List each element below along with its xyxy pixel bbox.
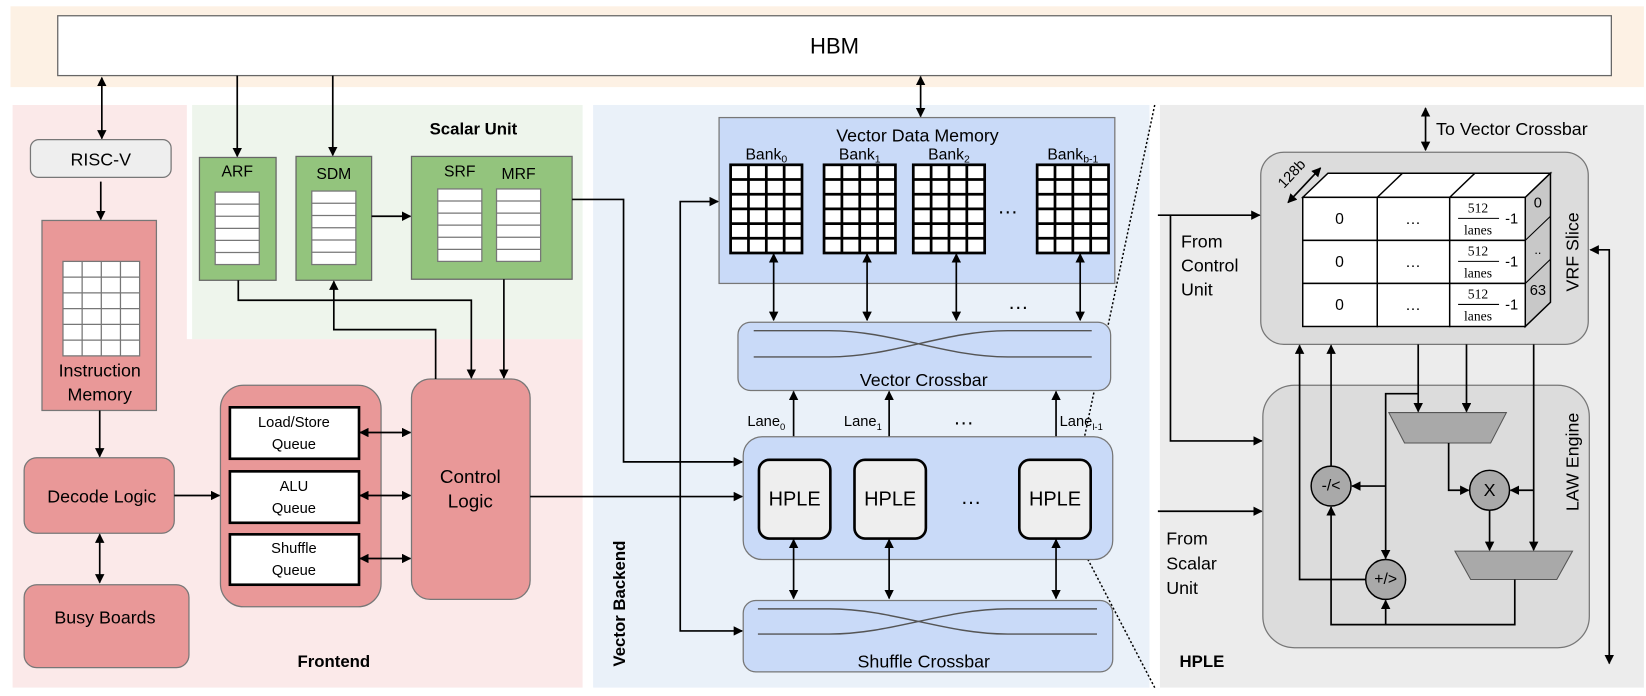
from-control-label-2: Control — [1181, 256, 1238, 276]
vrf-frac-denominator: lanes — [1464, 265, 1492, 280]
law-engine-label: LAW Engine — [1563, 413, 1583, 512]
srf-label: SRF — [444, 164, 475, 181]
vrf-cube-top — [1300, 172, 1553, 199]
shuffle-queue-label-2: Queue — [272, 563, 316, 579]
imem-label-1: Instruction — [59, 361, 141, 381]
instruction-memory-grid — [62, 260, 141, 357]
shuffle-queue: Shuffle Queue — [228, 533, 361, 587]
vrf-frac-suffix: -1 — [1505, 297, 1518, 313]
control-logic-block — [410, 378, 531, 601]
vrf-cell-first: 0 — [1335, 254, 1344, 271]
alu-queue-label-1: ALU — [280, 479, 309, 495]
from-scalar-label-2: Scalar — [1166, 554, 1217, 574]
load-store-queue-label-2: Queue — [272, 437, 316, 453]
frontend-label: Frontend — [297, 652, 370, 671]
hple-label: HPLE — [864, 489, 916, 511]
crossbar-ellipsis: … — [1008, 291, 1029, 314]
register-entries — [495, 188, 542, 263]
imem-cells — [62, 260, 141, 357]
bank-label: Bank0 — [745, 146, 787, 166]
banks-ellipsis: … — [997, 195, 1018, 218]
vrf-frac-suffix: -1 — [1505, 211, 1518, 227]
sdm-register-file — [311, 190, 357, 266]
control-logic-label-1: Control — [440, 467, 501, 488]
arf-label: ARF — [222, 164, 253, 181]
register-entries — [437, 188, 483, 263]
load-store-queue-label-1: Load/Store — [258, 415, 330, 431]
from-control-label-1: From — [1181, 231, 1223, 251]
bank-cells — [911, 163, 987, 255]
hple-unit: HPLE — [853, 458, 928, 540]
vrf-depth-label-mid: .. — [1534, 243, 1541, 257]
riscv-label: RISC-V — [71, 150, 132, 170]
vrf-rows: 0 … 512 lanes -1 0 … 512 lanes -1 0 … 512 lanes -1 — [1301, 196, 1527, 328]
vrf-row: 0 … 512 lanes -1 — [1301, 239, 1527, 285]
from-scalar-label-3: Unit — [1166, 578, 1198, 598]
bank-label: Bank2 — [928, 146, 970, 166]
srf-mrf-block — [410, 155, 573, 280]
vrf-frac-numerator: 512 — [1468, 286, 1489, 301]
bank-cells — [729, 163, 804, 255]
shuffle-crossbar-label: Shuffle Crossbar — [858, 651, 991, 671]
hple-ellipsis: … — [961, 486, 982, 509]
vrf-slice-label: VRF Slice — [1563, 212, 1583, 291]
hple-detail-label: HPLE — [1180, 652, 1225, 671]
vrf-cell-mid: … — [1405, 297, 1421, 314]
sub-compare-unit: -/< — [1310, 465, 1352, 507]
vector-backend-label: Vector Backend — [610, 541, 629, 667]
mrf-label: MRF — [502, 166, 536, 183]
memory-bank: Bankb-1 — [1035, 146, 1110, 255]
hbm-label: HBM — [810, 34, 859, 59]
alu-queue: ALU Queue — [228, 470, 361, 525]
vector-data-memory-label: Vector Data Memory — [836, 125, 999, 145]
mux-bottom — [1454, 550, 1574, 580]
hple-unit: HPLE — [757, 458, 832, 540]
control-logic-label-2: Logic — [448, 491, 493, 512]
sdm-label: SDM — [316, 166, 351, 183]
register-entries — [311, 190, 357, 266]
vrf-depth-label-first: 0 — [1534, 196, 1542, 212]
multiply-unit: X — [1468, 469, 1511, 511]
busy-boards-label: Busy Boards — [54, 607, 155, 627]
add-compare-unit: +/> — [1364, 558, 1407, 601]
vrf-frac-suffix: -1 — [1505, 254, 1518, 270]
bank-cells — [1035, 163, 1110, 255]
hple-unit: HPLE — [1017, 458, 1092, 540]
to-crossbar-label: To Vector Crossbar — [1436, 119, 1588, 139]
srf-register-file — [437, 188, 483, 263]
shuffle-queue-label-1: Shuffle — [271, 541, 316, 557]
sub-compare-label: -/< — [1322, 478, 1341, 495]
vrf-cell-first: 0 — [1335, 211, 1344, 228]
architecture-diagram: HBM RISC-V Instruction Memory Decode Log… — [10, 6, 1644, 688]
vrf-frac-numerator: 512 — [1468, 200, 1489, 215]
vrf-depth-label-last: 63 — [1530, 283, 1546, 299]
vrf-row: 0 … 512 lanes -1 — [1301, 282, 1527, 328]
multiply-label: X — [1484, 480, 1496, 500]
imem-label-2: Memory — [68, 385, 132, 405]
vrf-frac-denominator: lanes — [1464, 222, 1492, 237]
load-store-queue: Load/Store Queue — [228, 406, 361, 461]
alu-queue-label-2: Queue — [272, 501, 316, 517]
bank-label: Bank1 — [839, 146, 881, 166]
bank-cells — [822, 163, 897, 255]
vrf-cell-mid: … — [1405, 211, 1421, 228]
vrf-cell-mid: … — [1405, 254, 1421, 271]
vrf-row: 0 … 512 lanes -1 — [1301, 196, 1527, 242]
from-scalar-label-1: From — [1166, 529, 1208, 549]
register-entries — [214, 191, 260, 266]
lanes-ellipsis: … — [953, 406, 974, 429]
vrf-frac-numerator: 512 — [1468, 243, 1489, 258]
from-control-label-3: Unit — [1181, 280, 1213, 300]
hple-label: HPLE — [1029, 489, 1081, 511]
hple-label: HPLE — [769, 489, 821, 511]
mux-top — [1387, 412, 1508, 444]
vector-crossbar-label: Vector Crossbar — [860, 370, 988, 390]
arf-register-file — [214, 191, 260, 266]
scalar-unit-label: Scalar Unit — [430, 120, 518, 139]
vrf-frac-denominator: lanes — [1464, 308, 1492, 323]
vrf-cell-first: 0 — [1335, 297, 1344, 314]
mrf-register-file — [495, 188, 542, 263]
decode-logic-label: Decode Logic — [47, 487, 156, 507]
add-compare-label: +/> — [1374, 571, 1397, 588]
